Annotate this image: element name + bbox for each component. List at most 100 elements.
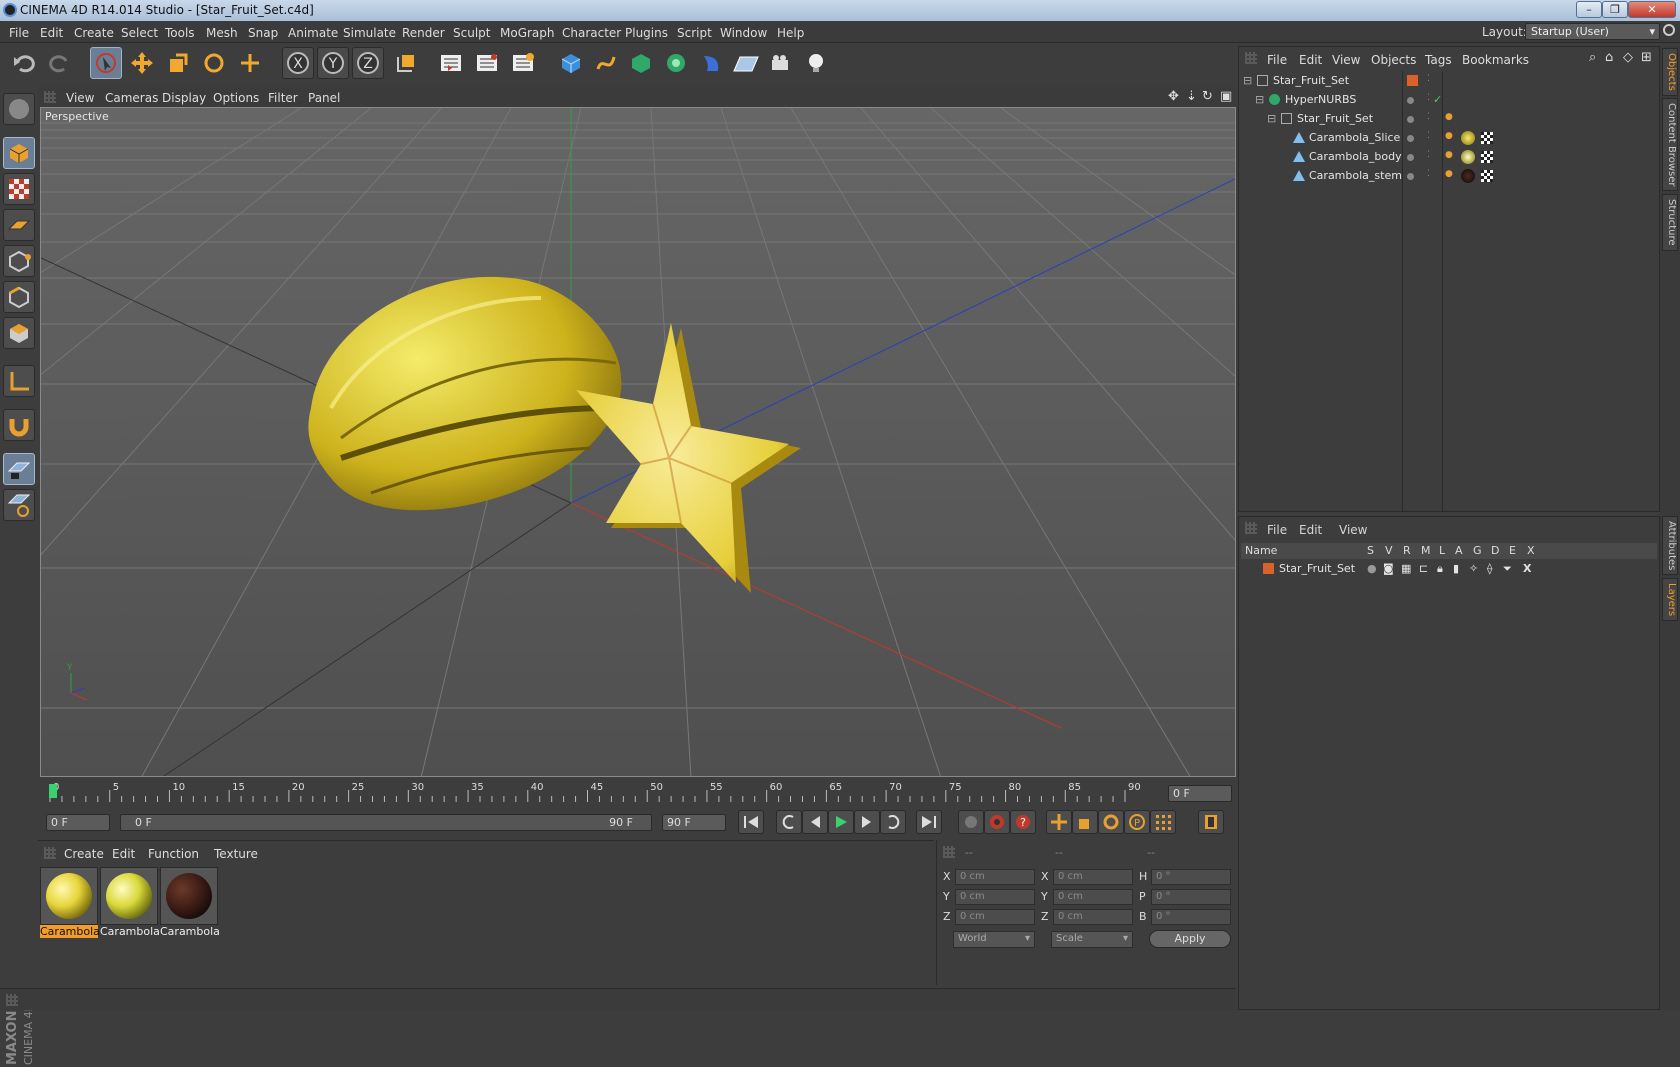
viewport-menu-cameras[interactable]: Cameras: [105, 91, 158, 105]
move-icon[interactable]: [126, 47, 158, 79]
timeline-ruler[interactable]: 051015202530354045505560657075808590 0 F: [38, 780, 1236, 806]
key-scale-icon[interactable]: [1072, 810, 1098, 834]
layer-row[interactable]: Star_Fruit_Set ● ◙ ▦ ⊏ 🔒︎ ▮ ✧ ⟠ ⏷ X: [1239, 559, 1659, 579]
render-view-icon[interactable]: [435, 47, 467, 79]
object-row[interactable]: Carambola_Slice ⁚ ●: [1239, 128, 1659, 148]
collapse-icon[interactable]: ⊟: [1255, 93, 1264, 106]
material-menu-function[interactable]: Function: [148, 847, 199, 861]
menu-window[interactable]: Window: [720, 26, 767, 40]
material-swatch-2[interactable]: Carambola: [100, 867, 160, 939]
editor-visibility-dot[interactable]: [1407, 116, 1414, 123]
layer-lock-icon[interactable]: 🔒︎: [1437, 562, 1443, 576]
editor-visibility-dot[interactable]: [1407, 173, 1414, 180]
layer-render-icon[interactable]: ▦: [1401, 562, 1411, 575]
material-menu-edit[interactable]: Edit: [112, 847, 135, 861]
phong-tag-icon[interactable]: ●: [1445, 112, 1453, 122]
viewport-menu-panel[interactable]: Panel: [308, 91, 340, 105]
visibility-dots-icon[interactable]: ⁚: [1427, 74, 1430, 84]
apply-button[interactable]: Apply: [1149, 930, 1231, 948]
close-button[interactable]: ✕: [1628, 1, 1676, 18]
previous-frame-icon[interactable]: [802, 810, 828, 834]
column-generators[interactable]: G: [1473, 544, 1482, 557]
rotation-h-field[interactable]: 0 °: [1151, 869, 1231, 885]
previous-key-icon[interactable]: [776, 810, 802, 834]
menu-snap[interactable]: Snap: [248, 26, 278, 40]
material-tag-icon[interactable]: [1461, 169, 1475, 183]
phong-tag-icon[interactable]: ●: [1445, 131, 1453, 141]
make-editable-icon[interactable]: [3, 93, 35, 125]
current-frame-field[interactable]: 0 F: [1168, 785, 1232, 802]
editor-visibility-dot[interactable]: [1407, 135, 1414, 142]
timeline-window-icon[interactable]: [1198, 810, 1224, 834]
visibility-dots-icon[interactable]: ⁚: [1427, 93, 1430, 103]
enabled-check-icon[interactable]: ✓: [1433, 93, 1442, 106]
frame-range-slider[interactable]: 0 F 90 F: [120, 814, 652, 831]
visibility-dots-icon[interactable]: ⁚: [1427, 112, 1430, 122]
key-position-icon[interactable]: [1046, 810, 1072, 834]
menu-file[interactable]: File: [9, 26, 29, 40]
column-animation[interactable]: A: [1455, 544, 1463, 557]
visibility-dots-icon[interactable]: ⁚: [1427, 131, 1430, 141]
polygons-mode-icon[interactable]: [3, 317, 35, 349]
next-frame-icon[interactable]: [854, 810, 880, 834]
key-parameter-icon[interactable]: P: [1124, 810, 1150, 834]
redo-icon[interactable]: [44, 47, 76, 79]
rotation-b-field[interactable]: 0 °: [1151, 909, 1231, 925]
layer-manager-icon[interactable]: ⊏: [1419, 562, 1428, 575]
layer-view-icon[interactable]: ◙: [1383, 562, 1394, 575]
menu-mograph[interactable]: MoGraph: [500, 26, 555, 40]
column-view[interactable]: V: [1385, 544, 1393, 557]
menu-create[interactable]: Create: [74, 26, 114, 40]
objects-menu-file[interactable]: File: [1267, 53, 1287, 67]
undo-icon[interactable]: [8, 47, 40, 79]
column-manager[interactable]: M: [1421, 544, 1431, 557]
tab-objects[interactable]: Objects: [1662, 48, 1678, 96]
tab-attributes[interactable]: Attributes: [1662, 516, 1678, 576]
layer-animation-icon[interactable]: ▮: [1453, 562, 1459, 575]
layers-menu-edit[interactable]: Edit: [1299, 523, 1322, 537]
visibility-dots-icon[interactable]: ⁚: [1427, 150, 1430, 160]
coordinate-system-icon[interactable]: [390, 47, 422, 79]
floor-icon[interactable]: [730, 47, 762, 79]
locked-workplane-icon[interactable]: [3, 489, 35, 521]
search-icon[interactable]: [1663, 24, 1675, 36]
home-icon[interactable]: ⌂: [1605, 50, 1613, 65]
restore-button[interactable]: ❐: [1602, 1, 1628, 18]
objects-menu-tags[interactable]: Tags: [1425, 53, 1452, 67]
play-icon[interactable]: [828, 810, 854, 834]
menu-select[interactable]: Select: [121, 26, 158, 40]
column-locked[interactable]: L: [1439, 544, 1445, 557]
viewport-menu-view[interactable]: View: [66, 91, 94, 105]
position-z-field[interactable]: 0 cm: [955, 909, 1035, 925]
layer-solo-icon[interactable]: ●: [1367, 562, 1377, 575]
layer-expression-icon[interactable]: ⏷: [1503, 562, 1512, 576]
viewport-menu-display[interactable]: Display: [162, 91, 206, 105]
rotation-p-field[interactable]: 0 °: [1151, 889, 1231, 905]
tab-structure[interactable]: Structure: [1662, 194, 1678, 251]
viewport-move-icon[interactable]: ✥: [1168, 89, 1179, 104]
menu-tools[interactable]: Tools: [165, 26, 195, 40]
size-z-field[interactable]: 0 cm: [1053, 909, 1133, 925]
key-pla-icon[interactable]: [1150, 810, 1176, 834]
go-to-end-icon[interactable]: [916, 810, 942, 834]
end-frame-field[interactable]: 90 F: [662, 814, 726, 831]
viewport-zoom-icon[interactable]: ⇣: [1186, 89, 1197, 104]
z-axis-lock-icon[interactable]: Z: [352, 47, 384, 79]
axis-mode-icon[interactable]: [3, 365, 35, 397]
menu-script[interactable]: Script: [677, 26, 712, 40]
viewport-rotate-icon[interactable]: ↻: [1202, 89, 1213, 104]
deformer-icon[interactable]: [695, 47, 727, 79]
objects-menu-bookmarks[interactable]: Bookmarks: [1462, 53, 1529, 67]
size-mode-select[interactable]: Scale ▾: [1051, 931, 1133, 948]
tab-layers[interactable]: Layers: [1662, 578, 1678, 622]
uvw-tag-icon[interactable]: [1481, 132, 1493, 144]
layer-deformer-icon[interactable]: ⟠: [1487, 562, 1492, 575]
scale-icon[interactable]: [162, 47, 194, 79]
light-icon[interactable]: [800, 47, 832, 79]
go-to-start-icon[interactable]: [738, 810, 764, 834]
objects-menu-objects[interactable]: Objects: [1371, 53, 1416, 67]
size-x-field[interactable]: 0 cm: [1053, 869, 1133, 885]
material-tag-icon[interactable]: [1461, 131, 1475, 145]
menu-simulate[interactable]: Simulate: [343, 26, 396, 40]
y-axis-lock-icon[interactable]: Y: [317, 47, 349, 79]
